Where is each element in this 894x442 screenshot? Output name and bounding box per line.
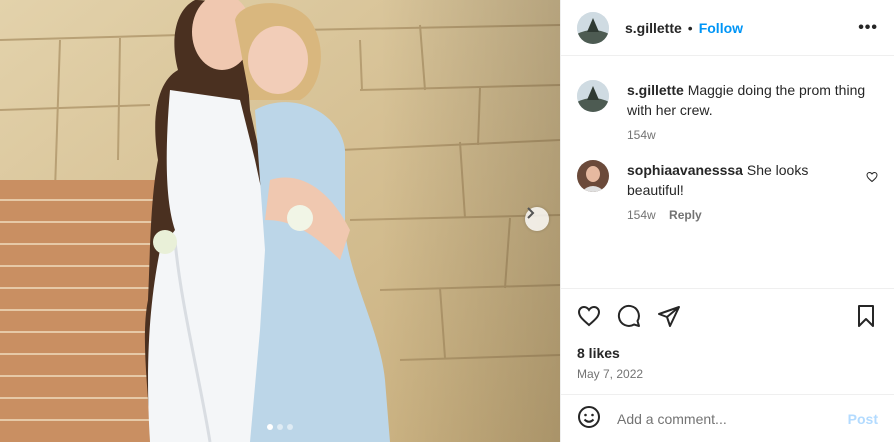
next-slide-button[interactable] [525,207,549,231]
post-date: May 7, 2022 [577,367,644,381]
avatar-image [577,80,609,112]
caption-time[interactable]: 154w [627,128,656,142]
carousel-dot [267,424,273,430]
add-comment-bar: Post [561,394,894,442]
post-sidebar: s.gillette • Follow ••• s.gillette Maggi… [560,0,894,442]
comment-icon[interactable] [617,304,641,328]
post-comment-button[interactable]: Post [848,411,878,427]
likes-count[interactable]: 8 likes [577,345,878,361]
comment-time[interactable]: 154w [627,208,656,222]
bookmark-icon[interactable] [854,304,878,328]
comment-username[interactable]: sophiaavanesssa [627,162,743,178]
avatar-image [577,11,609,44]
post-username[interactable]: s.gillette [625,20,682,36]
comments-list: s.gillette Maggie doing the prom thing w… [561,56,894,288]
separator-dot: • [687,19,693,36]
more-options-icon[interactable]: ••• [858,19,878,37]
avatar[interactable] [577,11,609,44]
reply-button[interactable]: Reply [669,208,702,222]
photo-illustration [0,0,560,442]
comment-input[interactable] [617,410,848,427]
post-dialog: s.gillette • Follow ••• s.gillette Maggi… [0,0,894,442]
avatar-image [577,160,609,192]
heart-icon[interactable] [577,304,601,328]
carousel-dot [277,424,283,430]
carousel-dot [287,424,293,430]
caption-body: s.gillette Maggie doing the prom thing w… [627,80,867,142]
share-icon[interactable] [657,304,681,328]
avatar[interactable] [577,160,609,192]
emoji-icon[interactable] [577,405,601,432]
post-photo[interactable] [0,0,560,442]
follow-button[interactable]: Follow [699,20,743,36]
post-header: s.gillette • Follow ••• [561,0,894,56]
caption: s.gillette Maggie doing the prom thing w… [577,80,878,142]
list-item: sophiaavanesssa She looks beautiful! 154… [577,160,878,222]
post-actions: 8 likes May 7, 2022 [561,288,894,381]
caption-username[interactable]: s.gillette [627,82,684,98]
action-bar [577,301,878,331]
heart-icon[interactable] [866,170,878,186]
comment-body: sophiaavanesssa She looks beautiful! 154… [627,160,867,222]
avatar[interactable] [577,80,609,112]
carousel-indicator [0,424,560,430]
